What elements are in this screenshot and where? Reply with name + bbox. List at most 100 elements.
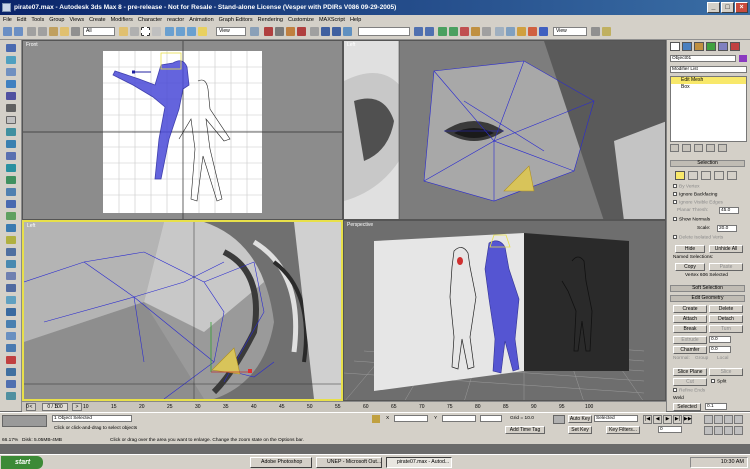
reactor-ball-socket-icon[interactable] <box>6 272 16 280</box>
reactor-rope-icon[interactable] <box>6 80 16 88</box>
coord-x-field[interactable] <box>394 415 428 422</box>
reference-coord-dropdown[interactable]: View <box>216 27 246 36</box>
angle-snap-icon[interactable] <box>275 27 284 36</box>
reactor-toy-car-icon[interactable] <box>6 164 16 172</box>
task-3dsmax[interactable]: pirate07.max - Autod... <box>386 457 452 468</box>
coord-y-field[interactable] <box>442 415 476 422</box>
select-object-icon[interactable] <box>119 27 128 36</box>
modify-tab-icon[interactable] <box>682 42 692 51</box>
object-color-swatch[interactable] <box>739 55 747 62</box>
group-radio[interactable]: Group <box>695 356 708 361</box>
app-icon[interactable] <box>2 3 11 12</box>
select-icon[interactable] <box>60 27 69 36</box>
set-key-mode-icon[interactable] <box>553 415 565 424</box>
break-button[interactable]: Break <box>673 325 707 333</box>
render-type-icon[interactable] <box>495 27 504 36</box>
maximize-viewport-icon[interactable] <box>734 425 743 435</box>
reactor-rigid-body-icon[interactable] <box>6 44 16 52</box>
key-mode-dropdown[interactable]: Selected <box>594 415 638 422</box>
remove-modifier-icon[interactable] <box>706 144 715 152</box>
stack-item-box[interactable]: Box <box>671 84 746 91</box>
close-button[interactable]: × <box>735 2 748 13</box>
pin-stack-icon[interactable] <box>670 144 679 152</box>
region-zoom-icon[interactable] <box>704 425 713 435</box>
menu-views[interactable]: Views <box>70 17 85 23</box>
edge-mode-icon[interactable] <box>688 171 698 180</box>
reactor-extra-icon[interactable] <box>6 368 16 376</box>
snap-toggle-icon[interactable] <box>264 27 273 36</box>
viewport-perspective[interactable]: Perspective <box>343 220 666 401</box>
next-frame-icon[interactable]: ▶| <box>673 415 682 424</box>
vertex-mode-icon[interactable] <box>675 171 685 180</box>
task-photoshop[interactable]: Adobe Photoshop <box>250 457 312 468</box>
reactor-about-icon[interactable] <box>6 344 16 352</box>
zoom-all-icon[interactable] <box>714 415 723 424</box>
reactor-create-animation-icon[interactable] <box>6 320 16 328</box>
stack-item-edit-mesh[interactable]: Edit Mesh <box>671 77 746 84</box>
menu-reactor[interactable]: reactor <box>167 17 184 23</box>
utilities-tab-icon[interactable] <box>730 42 740 51</box>
play-icon[interactable]: ▶ <box>663 415 672 424</box>
extrude-spinner[interactable]: 0.0 <box>709 336 731 343</box>
chamfer-spinner[interactable]: 0.0 <box>709 346 731 353</box>
viewport-label-left-bottom[interactable]: Left <box>27 223 35 229</box>
set-key-button[interactable]: Set Key <box>568 426 592 434</box>
configure-modifier-sets-icon[interactable] <box>718 144 727 152</box>
viewport-label-front[interactable]: Front <box>26 42 38 48</box>
quick-render-icon[interactable] <box>482 27 491 36</box>
teapot-render-icon[interactable] <box>602 27 611 36</box>
reactor-spring-icon[interactable] <box>6 116 16 124</box>
chamfer-button[interactable]: Chamfer <box>673 346 707 354</box>
go-to-start-icon[interactable]: |◀ <box>643 415 652 424</box>
menu-modifiers[interactable]: Modifiers <box>111 17 133 23</box>
turn-button[interactable]: Turn <box>709 325 743 333</box>
current-frame-field[interactable]: 0 <box>658 426 682 433</box>
reactor-cloth-icon[interactable] <box>6 56 16 64</box>
attach-button[interactable]: Attach <box>673 315 707 323</box>
paste-button[interactable]: Paste <box>709 263 743 271</box>
reactor-extra-2-icon[interactable] <box>6 380 16 388</box>
reactor-water-icon[interactable] <box>6 188 16 196</box>
viewport-left-bottom[interactable]: Left <box>22 220 343 401</box>
menu-character[interactable]: Character <box>138 17 162 23</box>
menu-tools[interactable]: Tools <box>31 17 44 23</box>
menu-maxscript[interactable]: MAXScript <box>319 17 345 23</box>
layer-manager-icon[interactable] <box>343 27 352 36</box>
viewport-label-perspective[interactable]: Perspective <box>347 222 373 228</box>
reactor-deforming-mesh-icon[interactable] <box>6 92 16 100</box>
maximize-button[interactable]: □ <box>721 2 734 13</box>
prev-frame-icon[interactable]: ◀ <box>653 415 662 424</box>
render-production-icon[interactable] <box>591 27 600 36</box>
reactor-point-icon[interactable] <box>6 224 16 232</box>
copy-button[interactable]: Copy <box>675 263 705 271</box>
maxscript-listener-mini[interactable] <box>2 415 47 427</box>
material-editor-icon[interactable] <box>460 27 469 36</box>
reactor-analyze-icon[interactable] <box>6 308 16 316</box>
motion-tab-icon[interactable] <box>706 42 716 51</box>
planar-thresh-spinner[interactable]: 45.0 <box>719 207 739 214</box>
weld-selected-button[interactable]: Selected <box>673 403 701 411</box>
delete-isolated-verts-checkbox[interactable]: Delete Isolated Verts <box>673 235 723 240</box>
curve-editor-icon[interactable] <box>438 27 447 36</box>
render-last-icon[interactable] <box>506 27 515 36</box>
edit-named-selections-icon[interactable] <box>310 27 319 36</box>
render-frame-window-icon[interactable] <box>528 27 537 36</box>
reactor-prismatic-icon[interactable] <box>6 236 16 244</box>
reactor-ragdoll-icon[interactable] <box>6 260 16 268</box>
menu-group[interactable]: Group <box>49 17 64 23</box>
menu-customize[interactable]: Customize <box>288 17 314 23</box>
reactor-properties-icon[interactable] <box>6 332 16 340</box>
menu-create[interactable]: Create <box>89 17 106 23</box>
reactor-soft-body-icon[interactable] <box>6 68 16 76</box>
select-scale-icon[interactable] <box>187 27 196 36</box>
arc-rotate-icon[interactable] <box>724 425 733 435</box>
selection-rollout[interactable]: Selection <box>670 160 745 167</box>
hierarchy-tab-icon[interactable] <box>694 42 704 51</box>
object-name-field[interactable]: Object01 <box>670 55 736 62</box>
zoom-icon[interactable] <box>704 415 713 424</box>
align-icon[interactable] <box>332 27 341 36</box>
local-radio[interactable]: Local <box>717 356 728 361</box>
mirror-tool-icon[interactable] <box>414 27 423 36</box>
select-move-icon[interactable] <box>165 27 174 36</box>
slice-plane-button[interactable]: Slice Plane <box>673 368 707 376</box>
